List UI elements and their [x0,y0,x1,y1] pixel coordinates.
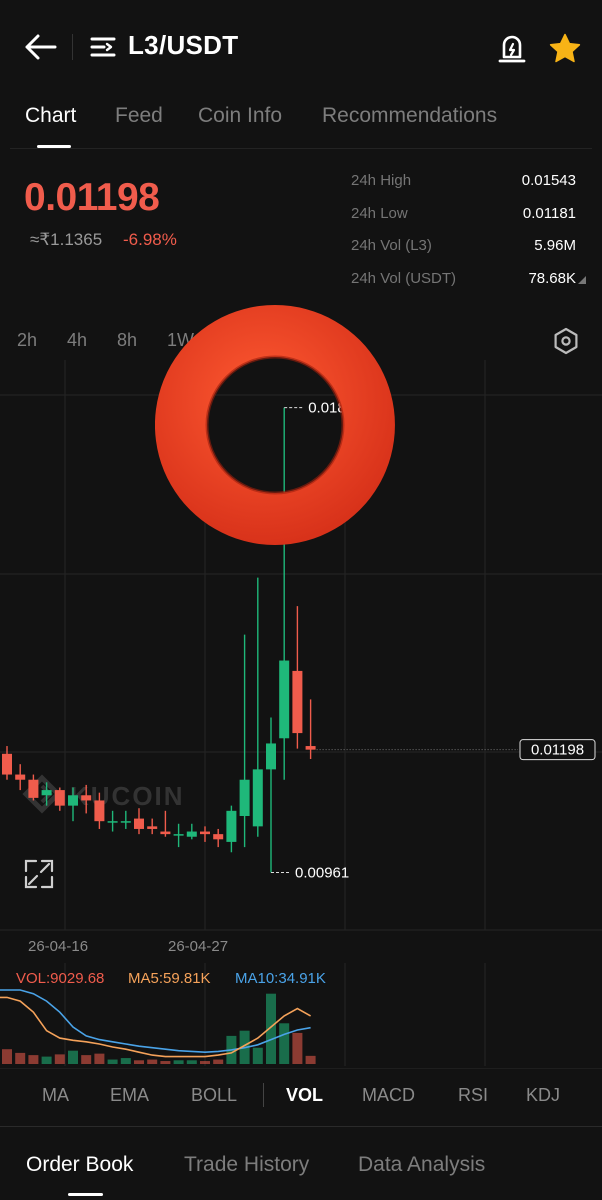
trading-pair-title[interactable]: L3/USDT [128,30,238,61]
indicator-kdj[interactable]: KDJ [526,1085,560,1106]
stat-label-24h-high: 24h High [351,172,412,189]
price-change-percent: -6.98% [123,230,177,249]
candle-body-23 [305,746,316,750]
candle-body-22 [292,670,303,734]
tab-coin-info[interactable]: Coin Info [198,104,282,128]
volume-bar-8 [107,1059,118,1064]
indicator-macd[interactable]: MACD [362,1085,415,1106]
last-price: 0.01198 [24,176,160,219]
candle-body-6 [81,795,92,801]
stat-label-24h-low: 24h Low [351,205,408,222]
candle-body-13 [173,834,184,836]
back-arrow-icon[interactable] [24,32,58,62]
candle-body-16 [213,834,224,840]
volume-bar-13 [173,1060,184,1064]
stat-value-24h-vol-base: 5.96M [534,237,576,254]
candle-body-5 [68,795,78,806]
interval-8h[interactable]: 8h [117,330,137,351]
stat-label-24h-vol-quote: 24h Vol (USDT) [351,270,457,287]
date-label-0: 26-04-16 [28,938,88,955]
volume-bar-7 [94,1053,105,1064]
candle-body-18 [239,779,250,816]
candle-body-8 [107,821,118,823]
bottom-tabs: Order Book Trade History Data Analysis [0,1126,602,1200]
volume-bar-5 [68,1050,78,1064]
favorite-star-icon[interactable] [549,33,581,63]
candle-body-17 [226,810,237,842]
tab-trade-history[interactable]: Trade History [184,1153,309,1177]
volume-bar-20 [266,993,276,1064]
candle-body-7 [94,800,105,822]
candle-body-11 [147,826,158,829]
tab-chart[interactable]: Chart [25,104,76,128]
vol-value-label: VOL:9029.68 [16,970,104,987]
volume-bar-19 [252,1047,263,1064]
header-divider [72,34,73,60]
fullscreen-icon[interactable] [24,859,54,889]
price-alert-icon[interactable] [497,32,527,64]
candle-body-15 [200,831,210,835]
candle-body-9 [120,821,131,823]
pair-menu-icon[interactable] [90,36,116,58]
candle-body-0 [2,753,12,775]
volume-bar-0 [2,1049,12,1064]
indicator-divider [263,1083,264,1107]
chart-settings-icon[interactable] [552,327,580,355]
candle-body-14 [186,831,197,837]
active-bottom-tab-indicator [68,1193,103,1196]
fiat-price: ≈₹1.1365 [30,230,103,249]
candle-body-10 [134,818,144,829]
volume-bar-15 [200,1061,210,1064]
tab-data-analysis[interactable]: Data Analysis [358,1153,485,1177]
candle-body-1 [15,774,26,780]
highlight-ring [155,305,395,545]
main-tabs: Chart Feed Coin Info Recommendations [0,96,602,148]
volume-bar-23 [305,1055,316,1064]
indicator-ma[interactable]: MA [42,1085,69,1106]
volume-bar-2 [28,1055,39,1064]
tabs-divider [10,148,592,149]
stat-value-24h-high: 0.01543 [521,172,576,189]
tab-recommendations[interactable]: Recommendations [322,104,497,128]
candle-body-4 [54,790,65,806]
candle-body-3 [41,790,52,796]
volume-bar-9 [120,1058,131,1064]
last-price-tag-label: 0.01198 [531,742,584,759]
volume-bar-12 [160,1061,171,1064]
candle-body-2 [28,779,39,798]
indicator-rsi[interactable]: RSI [458,1085,488,1106]
stat-label-24h-vol-base: 24h Vol (L3) [351,237,432,254]
sort-triangle-icon[interactable] [578,276,586,284]
stat-value-24h-vol-quote: 78.68K [528,270,576,287]
candle-body-21 [279,660,290,739]
ma5-value-label: MA5:59.81K [128,970,211,987]
low-price-label: 0.00961 [295,864,349,881]
ma10-line [0,989,311,1054]
indicator-tabs: MA EMA BOLL VOL MACD RSI KDJ [0,1068,602,1122]
volume-bar-3 [41,1056,52,1064]
volume-bar-4 [54,1054,65,1064]
indicator-ema[interactable]: EMA [110,1085,149,1106]
interval-4h[interactable]: 4h [67,330,87,351]
ma10-value-label: MA10:34.91K [235,970,326,987]
volume-bar-22 [292,1032,303,1064]
volume-bar-14 [186,1060,197,1064]
volume-bar-6 [81,1055,92,1064]
stat-value-24h-low: 0.01181 [522,205,576,222]
tab-feed[interactable]: Feed [115,104,163,128]
date-label-1: 26-04-27 [168,938,228,955]
volume-bar-16 [213,1059,224,1064]
candle-body-12 [160,831,171,835]
volume-bar-21 [279,1023,290,1064]
tab-order-book[interactable]: Order Book [26,1153,133,1177]
volume-bar-10 [134,1060,144,1064]
volume-bar-11 [147,1059,158,1064]
indicator-vol[interactable]: VOL [286,1085,323,1106]
interval-2h[interactable]: 2h [17,330,37,351]
indicator-boll[interactable]: BOLL [191,1085,237,1106]
candle-body-20 [266,743,276,770]
top-bar: L3/USDT [0,0,602,95]
volume-bar-1 [15,1052,26,1064]
candle-body-19 [252,769,263,827]
